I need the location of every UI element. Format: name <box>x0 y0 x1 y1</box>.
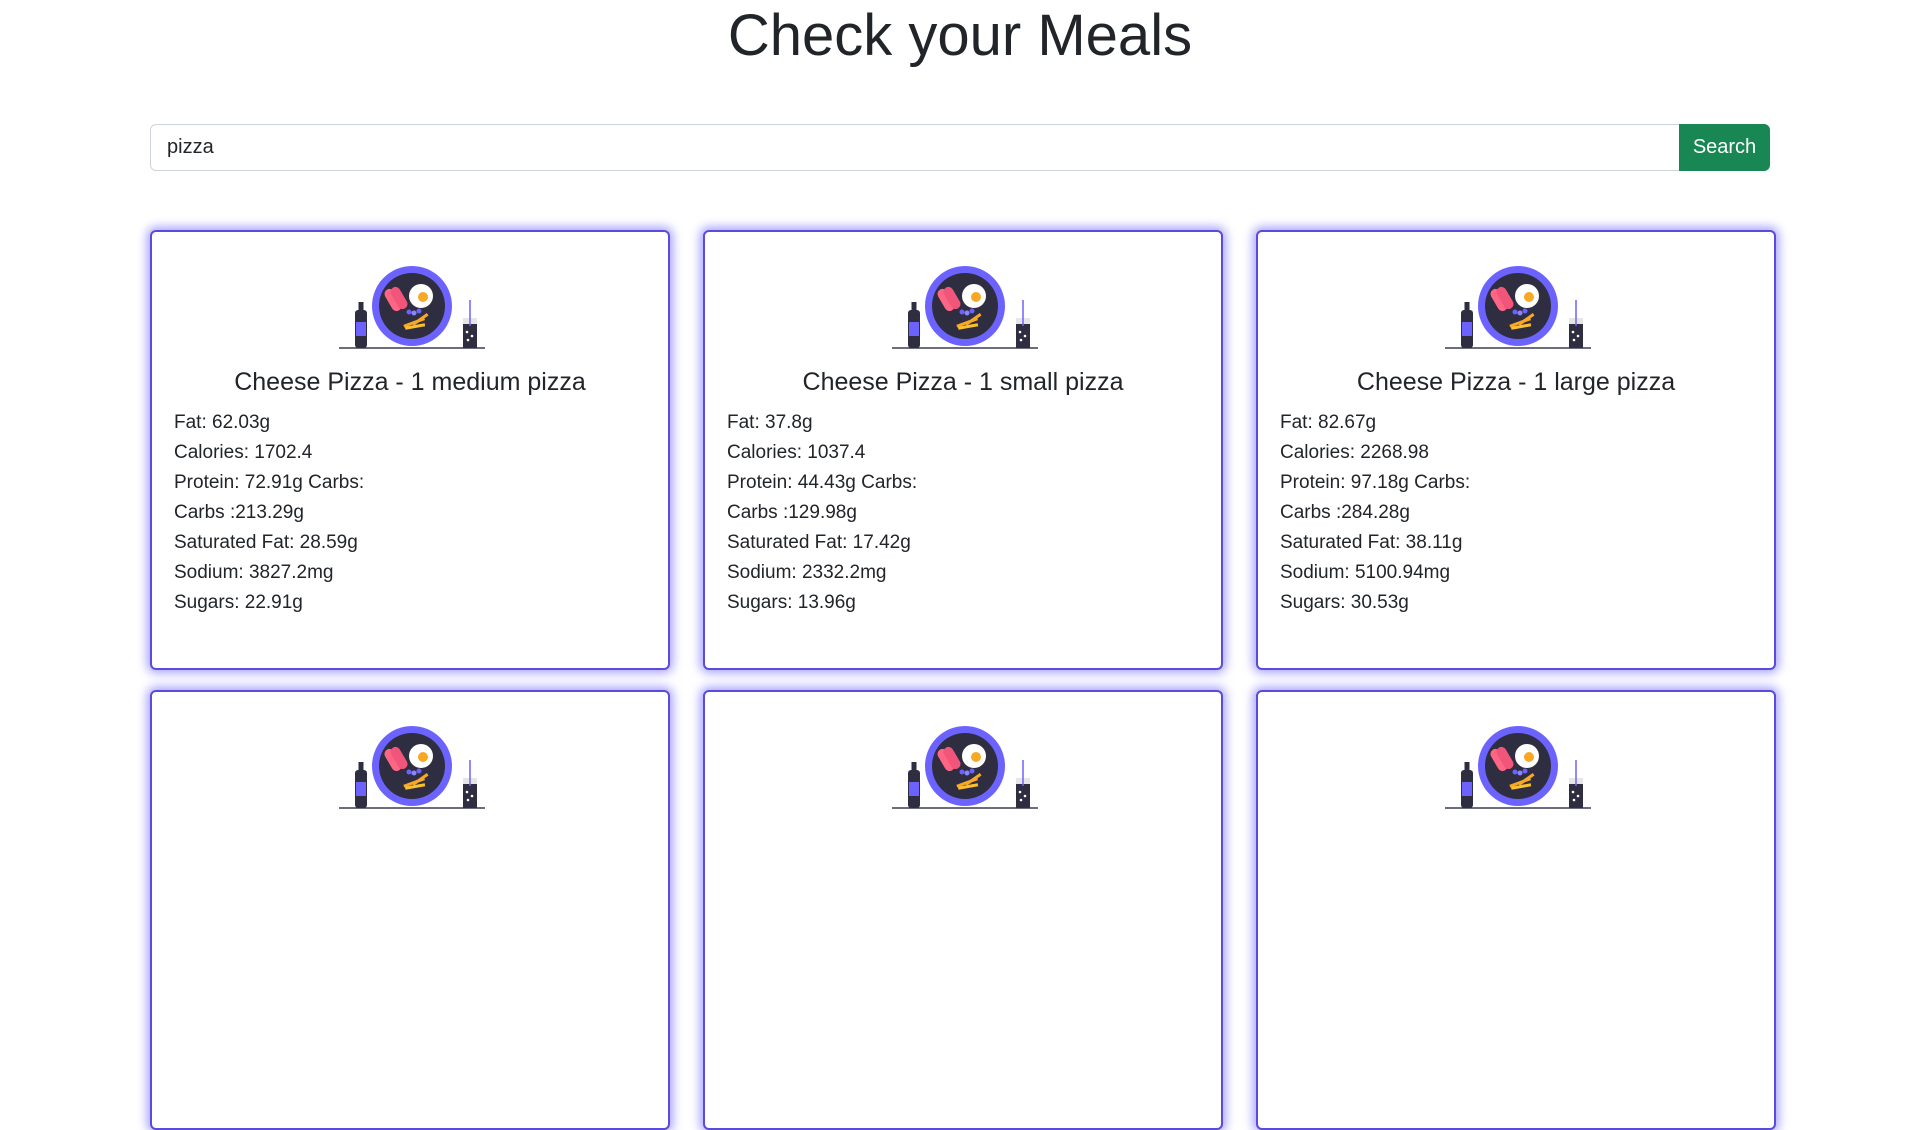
meal-plate-icon <box>1445 266 1591 350</box>
search-button[interactable]: Search <box>1679 124 1770 171</box>
nutrition-stat: Saturated Fat: 38.11g <box>1280 532 1463 553</box>
nutrition-stat: Protein: 44.43g Carbs: <box>727 472 918 493</box>
nutrition-stat: Sodium: 3827.2mg <box>174 562 334 583</box>
meal-plate-icon <box>892 726 1038 810</box>
meal-card: Cheese Pizza - 1 large pizza Fat: 82.67g C… <box>1256 230 1776 670</box>
nutrition-stat: Sodium: 2332.2mg <box>727 562 887 583</box>
meal-card: Cheese Pizza - 1 small pizza Fat: 37.8g Ca… <box>703 230 1223 670</box>
nutrition-stat: Sodium: 5100.94mg <box>1280 562 1451 583</box>
page-title: Check your Meals <box>727 3 1193 68</box>
nutrition-stat: Saturated Fat: 17.42g <box>727 532 911 553</box>
meal-card-title: Cheese Pizza - 1 large pizza <box>1356 368 1676 396</box>
meal-plate-icon <box>1445 726 1591 810</box>
nutrition-stat: Sugars: 30.53g <box>1280 592 1409 613</box>
nutrition-stat: Fat: 82.67g <box>1280 412 1377 433</box>
nutrition-stat: Calories: 1037.4 <box>727 442 866 463</box>
search-input[interactable] <box>150 124 1679 171</box>
meal-card <box>1256 690 1776 1130</box>
meal-card-title: Cheese Pizza - 1 medium pizza <box>234 368 586 396</box>
nutrition-stat: Saturated Fat: 28.59g <box>174 532 358 553</box>
meal-card-title: Cheese Pizza - 1 small pizza <box>802 368 1124 396</box>
meal-card <box>150 690 670 1130</box>
nutrition-stat: Calories: 2268.98 <box>1280 442 1429 463</box>
nutrition-stat: Sugars: 22.91g <box>174 592 303 613</box>
nutrition-stat: Carbs :284.28g <box>1280 502 1410 523</box>
nutrition-stat: Protein: 97.18g Carbs: <box>1280 472 1471 493</box>
nutrition-list: Fat: 82.67g Calories: 2268.98 Protein: 97.… <box>1280 408 1470 618</box>
nutrition-stat: Protein: 72.91g Carbs: <box>174 472 365 493</box>
nutrition-stat: Sugars: 13.96g <box>727 592 856 613</box>
nutrition-stat: Carbs :129.98g <box>727 502 857 523</box>
meal-plate-icon <box>892 266 1038 350</box>
nutrition-stat: Fat: 37.8g <box>727 412 813 433</box>
nutrition-list: Fat: 62.03g Calories: 1702.4 Protein: 72.9… <box>174 408 364 618</box>
nutrition-stat: Carbs :213.29g <box>174 502 304 523</box>
meal-plate-icon <box>339 726 485 810</box>
nutrition-stat: Calories: 1702.4 <box>174 442 313 463</box>
meal-card <box>703 690 1223 1130</box>
nutrition-list: Fat: 37.8g Calories: 1037.4 Protein: 44.43… <box>727 408 917 618</box>
nutrition-stat: Fat: 62.03g <box>174 412 271 433</box>
search-bar: Search <box>150 124 1770 171</box>
meal-plate-icon <box>339 266 485 350</box>
meal-card: Cheese Pizza - 1 medium pizza Fat: 62.03g… <box>150 230 670 670</box>
